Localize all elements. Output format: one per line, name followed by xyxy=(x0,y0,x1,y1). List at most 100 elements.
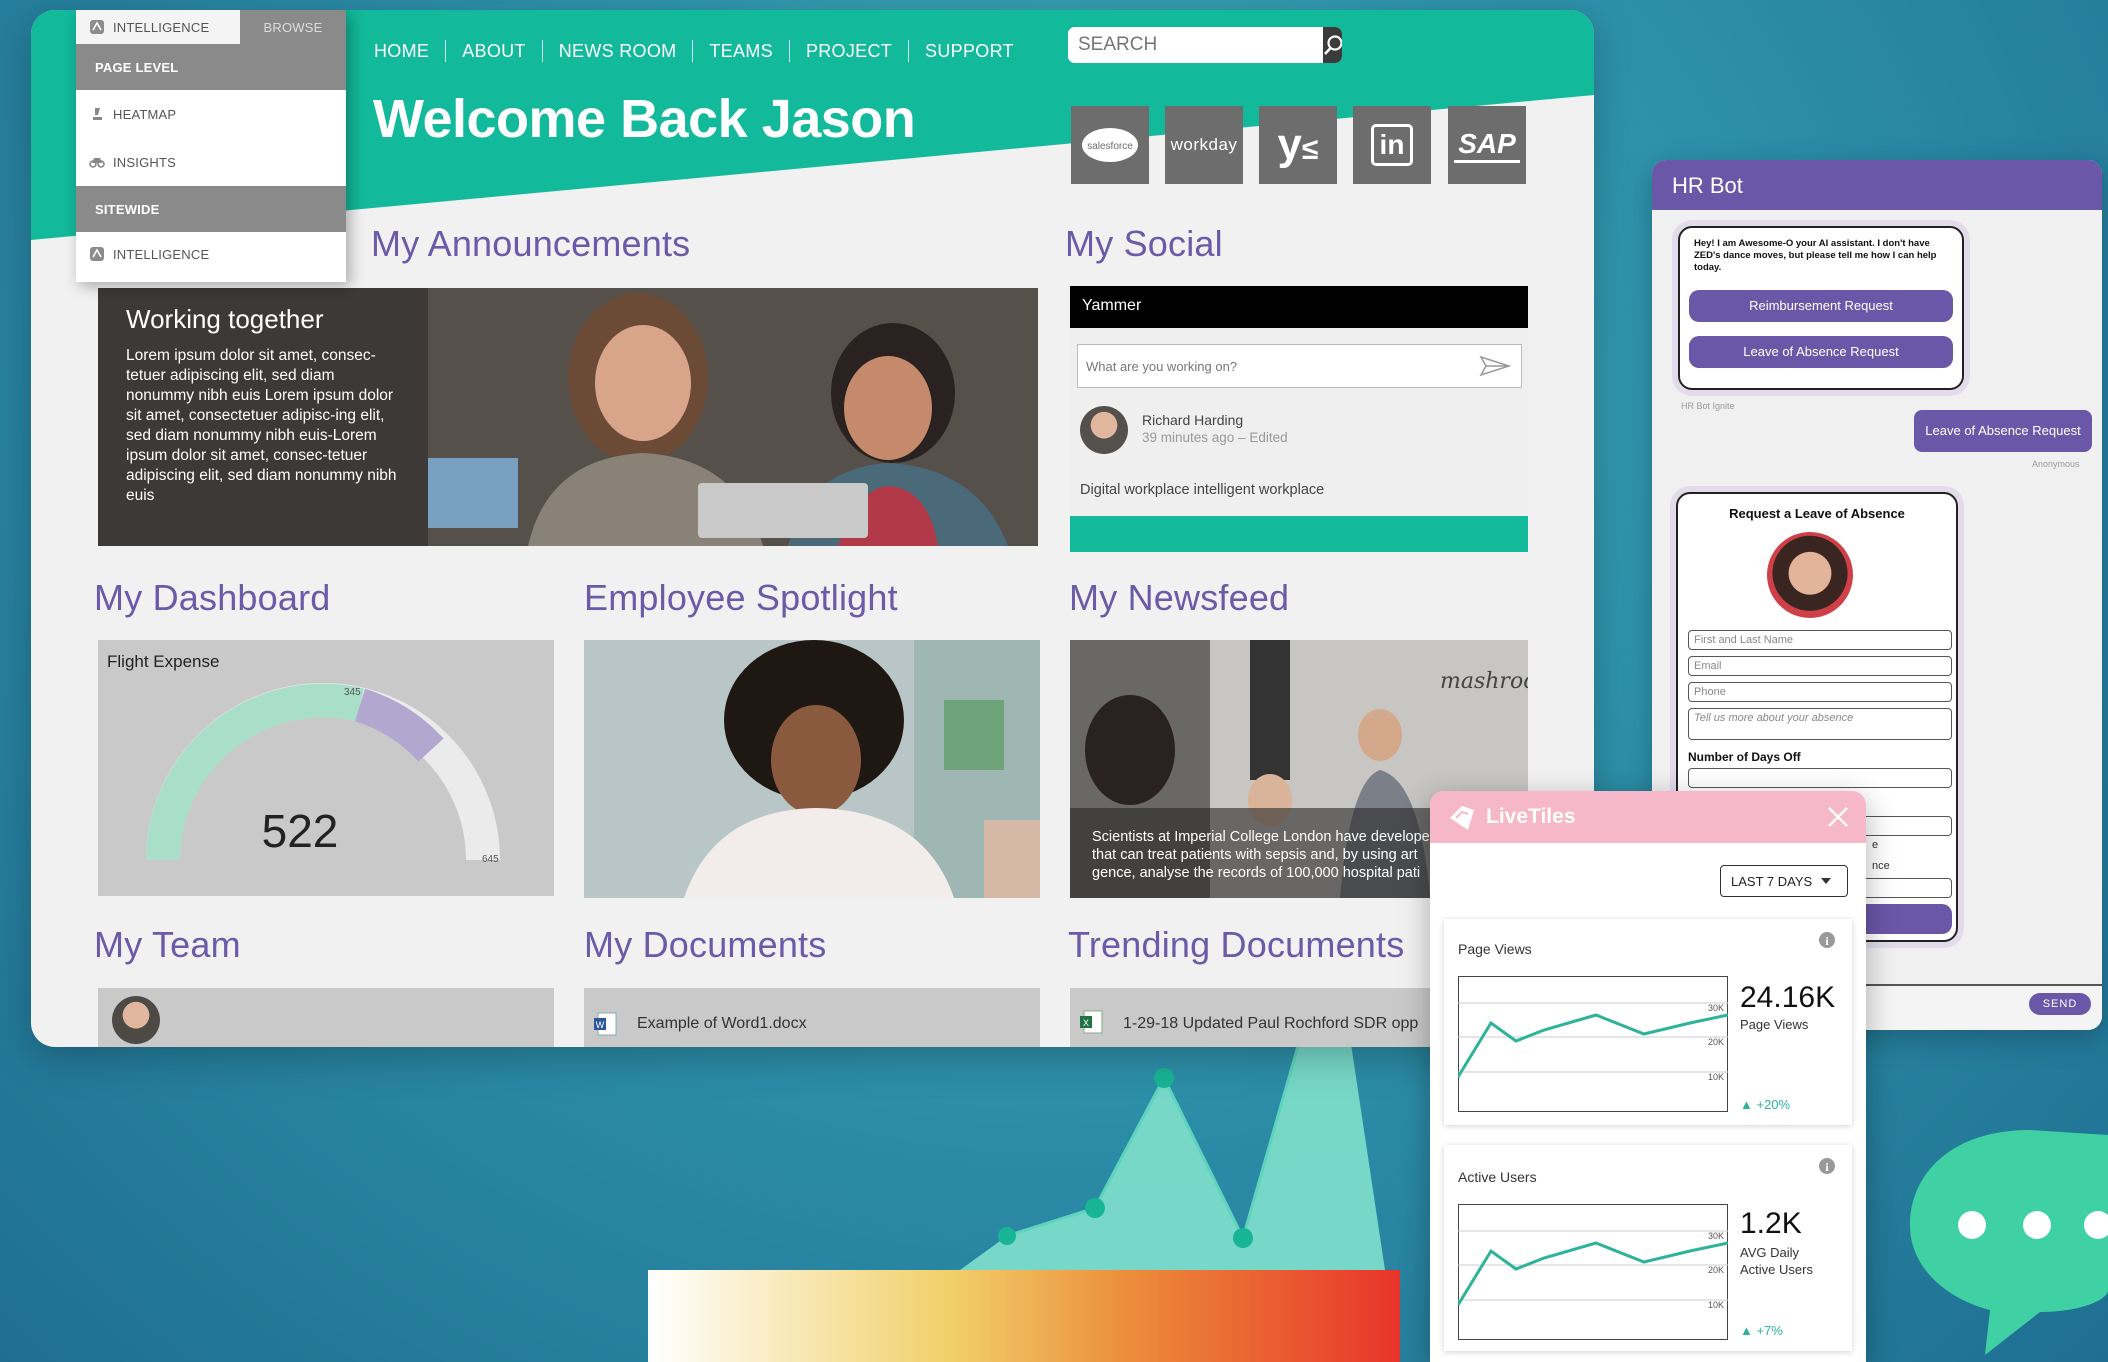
yammer-footer-bar xyxy=(1070,516,1528,552)
svg-text:W: W xyxy=(596,1020,605,1030)
nav-project[interactable]: PROJECT xyxy=(790,40,910,62)
dashboard-card[interactable]: Flight Expense 345 645 522 xyxy=(98,640,554,896)
search-input[interactable] xyxy=(1068,27,1323,63)
tile-delta-value: +20% xyxy=(1756,1097,1791,1112)
post-time: 39 minutes ago xyxy=(1142,430,1235,445)
tile-sub: Page Views xyxy=(1740,1017,1809,1032)
sitewide-label: SITEWIDE xyxy=(95,201,160,217)
post-text: Digital workplace intelligent workplace xyxy=(1080,482,1325,498)
form-title: Request a Leave of Absence xyxy=(1729,506,1905,521)
info-icon[interactable]: i xyxy=(1818,1157,1836,1175)
yammer-icon: y≤ xyxy=(1277,120,1319,169)
section-title-dashboard: My Dashboard xyxy=(94,577,331,618)
announcement-card[interactable]: Working together Lorem ipsum dolor sit a… xyxy=(98,288,1038,546)
send-button[interactable]: SEND xyxy=(2029,993,2091,1015)
excel-doc-icon: X xyxy=(1080,1010,1103,1034)
livetiles-panel: LiveTiles LAST 7 DAYS Page Views i 30K 2… xyxy=(1430,791,1866,1362)
intranet-panel: HOME ABOUT NEWS ROOM TEAMS PROJECT SUPPO… xyxy=(31,10,1594,1047)
app-tile-linkedin[interactable]: in xyxy=(1353,106,1431,184)
nav-news-room[interactable]: NEWS ROOM xyxy=(543,40,694,62)
up-arrow-icon: ▲ xyxy=(1740,1323,1757,1338)
absence-details-field[interactable]: Tell us more about your absence xyxy=(1688,708,1952,740)
svg-text:X: X xyxy=(1083,1018,1089,1028)
search-icon xyxy=(1324,35,1342,55)
tick-30k: 30K xyxy=(1708,1003,1724,1013)
nav-about[interactable]: ABOUT xyxy=(446,40,543,62)
active-users-tile[interactable]: Active Users i 30K 20K 10K 1.2K AVG Dail… xyxy=(1444,1145,1852,1351)
section-title-team: My Team xyxy=(94,924,241,965)
documents-card: W Example of Word1.docx xyxy=(584,988,1040,1047)
search-button[interactable] xyxy=(1323,27,1342,63)
up-arrow-icon: ▲ xyxy=(1740,1097,1757,1112)
tick-30k: 30K xyxy=(1708,1231,1724,1241)
livetiles-logo-icon xyxy=(1450,806,1474,830)
nav-support[interactable]: SUPPORT xyxy=(909,40,1030,62)
avatar-richard[interactable] xyxy=(1080,406,1128,454)
nav-home[interactable]: HOME xyxy=(374,40,447,62)
menu-group-sitewide: SITEWIDE xyxy=(76,186,346,232)
menu-item-intelligence[interactable]: INTELLIGENCE xyxy=(76,232,346,276)
partial-label-2: nce xyxy=(1872,860,1890,872)
menu-item-insights[interactable]: INSIGHTS xyxy=(76,138,346,186)
announcement-title: Working together xyxy=(126,304,324,334)
app-tile-sap[interactable]: SAP xyxy=(1448,106,1526,184)
livetiles-brand: LiveTiles xyxy=(1486,805,1576,828)
name-field[interactable]: First and Last Name xyxy=(1688,630,1952,650)
insights-label: INSIGHTS xyxy=(113,154,176,170)
date-range-select[interactable]: LAST 7 DAYS xyxy=(1720,865,1848,897)
bot-caption: HR Bot Ignite xyxy=(1681,401,1735,411)
yammer-input-placeholder: What are you working on? xyxy=(1086,358,1238,374)
phone-field[interactable]: Phone xyxy=(1688,682,1952,702)
yammer-post-input[interactable]: What are you working on? xyxy=(1077,344,1522,388)
post-author[interactable]: Richard Harding xyxy=(1142,412,1243,428)
tile-value: 24.16K xyxy=(1740,981,1836,1014)
page-views-tile[interactable]: Page Views i 30K 20K 10K 24.16K Page Vie… xyxy=(1444,919,1852,1125)
section-title-social: My Social xyxy=(1065,223,1223,264)
reimbursement-button[interactable]: Reimbursement Request xyxy=(1689,290,1953,322)
nav-teams[interactable]: TEAMS xyxy=(693,40,790,62)
insights-icon xyxy=(89,158,105,168)
gauge-chart: 345 645 522 xyxy=(146,683,500,865)
trending-item[interactable]: 1-29-18 Updated Paul Rochford SDR opp xyxy=(1123,1015,1418,1033)
menu-item-heatmap[interactable]: HEATMAP xyxy=(76,90,346,138)
spotlight-card[interactable] xyxy=(584,640,1040,898)
app-tile-workday[interactable]: workday xyxy=(1165,106,1243,184)
section-title-trending: Trending Documents xyxy=(1068,924,1405,965)
salesforce-label: salesforce xyxy=(1087,141,1133,152)
gauge-max-label: 645 xyxy=(482,854,499,865)
salesforce-icon: salesforce xyxy=(1082,128,1138,162)
document-item[interactable]: Example of Word1.docx xyxy=(637,1015,807,1033)
leave-of-absence-button[interactable]: Leave of Absence Request xyxy=(1689,336,1953,368)
tab-browse[interactable]: BROWSE xyxy=(240,10,346,44)
tile-sub: AVG Daily Active Users xyxy=(1740,1245,1813,1277)
tab-intelligence[interactable]: INTELLIGENCE xyxy=(76,10,240,44)
chevron-down-icon xyxy=(1821,878,1832,884)
top-nav: HOME ABOUT NEWS ROOM TEAMS PROJECT SUPPO… xyxy=(374,40,1030,62)
days-off-field[interactable] xyxy=(1688,768,1952,788)
app-tile-yammer[interactable]: y≤ xyxy=(1259,106,1337,184)
sap-icon: SAP xyxy=(1454,128,1520,163)
team-avatar[interactable] xyxy=(112,996,160,1044)
linkedin-icon: in xyxy=(1371,124,1413,166)
welcome-heading: Welcome Back Jason xyxy=(373,89,916,149)
user-caption: Anonymous xyxy=(2032,459,2080,469)
tile-delta-value: +7% xyxy=(1756,1323,1783,1338)
spotlight-photo xyxy=(584,640,1040,898)
app-tile-salesforce[interactable]: salesforce xyxy=(1071,106,1149,184)
svg-text:mashroo: mashroo xyxy=(1440,669,1528,694)
tile-value: 1.2K xyxy=(1740,1207,1802,1240)
page-views-sparkline: 30K 20K 10K xyxy=(1458,976,1728,1112)
tile-title: Active Users xyxy=(1458,1169,1537,1185)
info-icon[interactable]: i xyxy=(1818,931,1836,949)
tile-delta: ▲ +20% xyxy=(1740,1097,1790,1112)
close-icon[interactable] xyxy=(1827,806,1849,828)
email-field[interactable]: Email xyxy=(1688,656,1952,676)
form-avatar xyxy=(1767,532,1853,618)
menu-group-page-level: PAGE LEVEL xyxy=(76,44,346,90)
send-icon[interactable] xyxy=(1479,355,1511,377)
heatmap-label: HEATMAP xyxy=(113,106,177,122)
user-message: Leave of Absence Request xyxy=(1914,410,2092,452)
tab-browse-label: BROWSE xyxy=(263,19,323,35)
post-meta: 39 minutes ago – Edited xyxy=(1142,430,1288,445)
section-title-newsfeed: My Newsfeed xyxy=(1069,577,1290,618)
